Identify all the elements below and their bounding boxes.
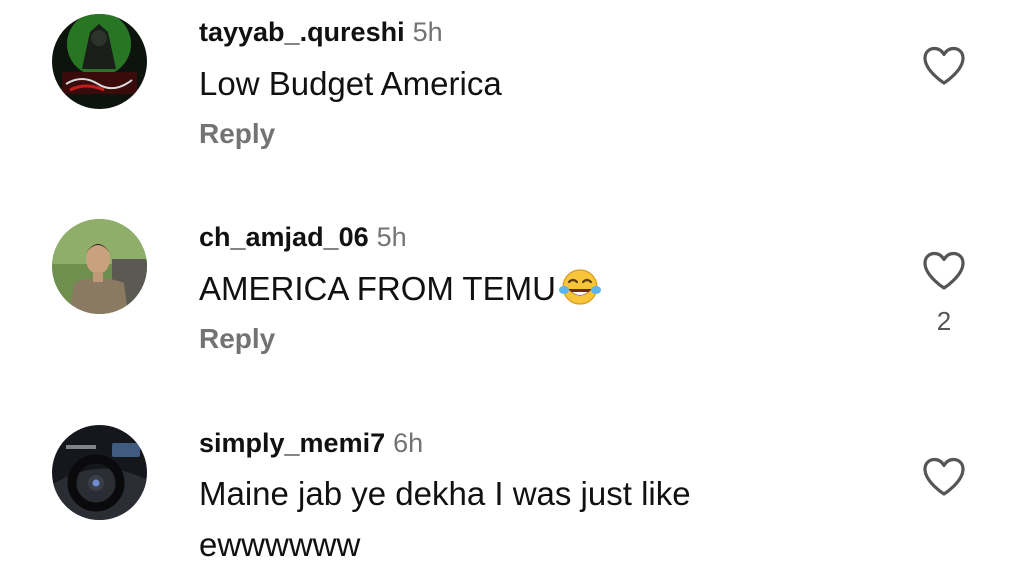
comment-text: Maine jab ye dekha I was just like ewwww… <box>199 468 839 570</box>
reply-button[interactable]: Reply <box>199 323 275 355</box>
heart-outline-icon[interactable] <box>921 456 967 498</box>
comment-text: AMERICA FROM TEMU <box>199 263 839 320</box>
reply-button[interactable]: Reply <box>199 118 275 150</box>
avatar[interactable] <box>52 219 147 314</box>
comment-text-line: Maine jab ye dekha I was just like <box>199 475 691 512</box>
timestamp: 5h <box>376 222 407 252</box>
comment-meta: tayyab_.qureshi 5h <box>199 15 443 49</box>
comment-text: Low Budget America <box>199 65 502 102</box>
username[interactable]: tayyab_.qureshi <box>199 17 405 47</box>
like-count: 2 <box>936 306 952 336</box>
timestamp: 5h <box>412 17 443 47</box>
avatar[interactable] <box>52 425 147 520</box>
comment-meta: simply_memi7 6h <box>199 426 423 460</box>
timestamp: 6h <box>393 428 424 458</box>
heart-outline-icon[interactable] <box>921 250 967 292</box>
avatar[interactable] <box>52 14 147 109</box>
username[interactable]: ch_amjad_06 <box>199 222 369 252</box>
comment-meta: ch_amjad_06 5h <box>199 220 407 254</box>
heart-outline-icon[interactable] <box>921 45 967 87</box>
username[interactable]: simply_memi7 <box>199 428 385 458</box>
face-with-tears-of-joy-icon <box>558 268 602 320</box>
comment-text-line: ewwwwww <box>199 526 361 563</box>
comment-text-body: AMERICA FROM TEMU <box>199 270 556 307</box>
